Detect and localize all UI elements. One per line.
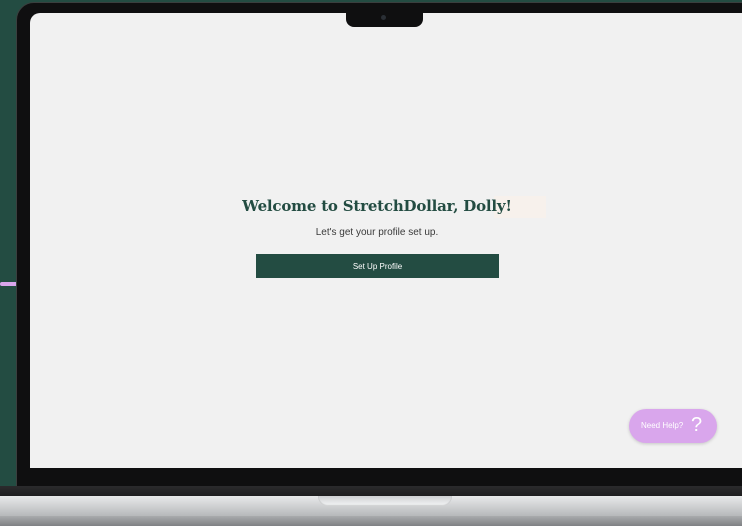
- laptop-base-shadow: [0, 516, 742, 526]
- need-help-button[interactable]: Need Help? ?: [629, 409, 717, 443]
- laptop-screen: Welcome to StretchDollar, Dolly! Let's g…: [30, 13, 742, 468]
- question-mark-icon: ?: [691, 414, 703, 436]
- welcome-title: Welcome to StretchDollar, Dolly!: [242, 197, 512, 215]
- laptop-opening-lip: [318, 496, 452, 506]
- welcome-subtitle: Let's get your profile set up.: [315, 227, 439, 238]
- need-help-label: Need Help?: [641, 421, 684, 430]
- camera-icon: [381, 15, 386, 20]
- presentation-stage: Welcome to StretchDollar, Dolly! Let's g…: [0, 0, 742, 526]
- set-up-profile-button[interactable]: Set Up Profile: [256, 254, 499, 278]
